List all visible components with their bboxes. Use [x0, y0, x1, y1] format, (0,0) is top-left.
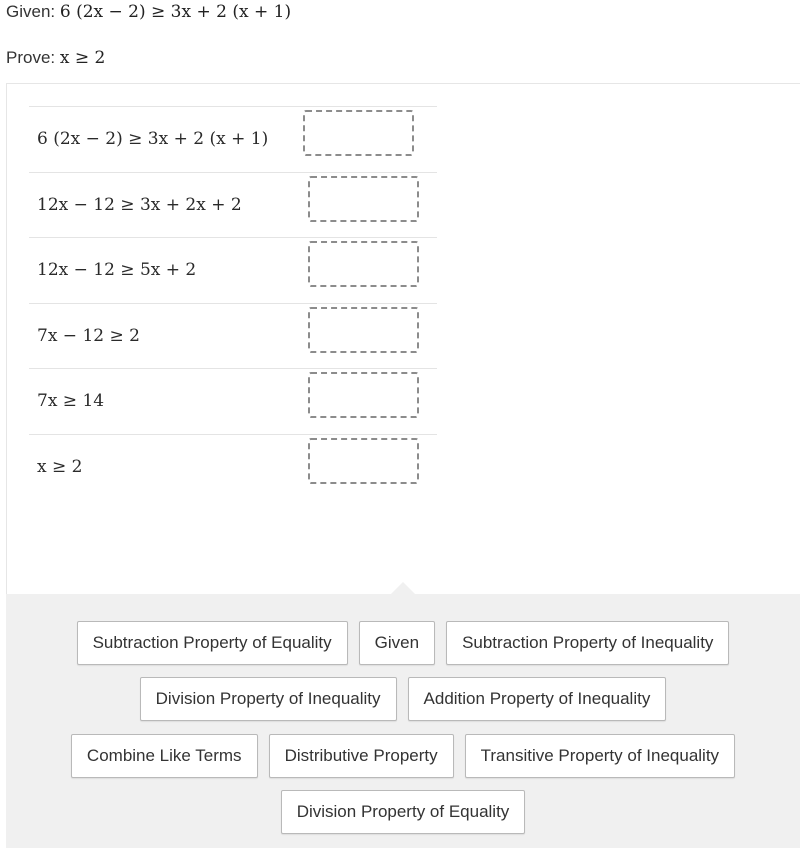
reason-drop-zone[interactable] — [303, 110, 414, 156]
reason-chip-transitive-property-of-inequality[interactable]: Transitive Property of Inequality — [464, 734, 736, 778]
proof-row: 6 (2x − 2) ≥ 3x + 2 (x + 1) — [29, 106, 437, 172]
proof-table: 6 (2x − 2) ≥ 3x + 2 (x + 1) 12x − 12 ≥ 3… — [29, 106, 437, 499]
prove-statement: Prove: x ≥ 2 — [6, 48, 105, 68]
reason-chip-row: Subtraction Property of Equality Given S… — [6, 621, 800, 665]
proof-statement: 12x − 12 ≥ 5x + 2 — [37, 260, 197, 281]
reason-drop-zone[interactable] — [308, 372, 419, 418]
reason-chip-addition-property-of-inequality[interactable]: Addition Property of Inequality — [407, 677, 667, 721]
given-label: Given: — [6, 2, 56, 21]
reason-chip-division-property-of-inequality[interactable]: Division Property of Inequality — [139, 677, 397, 721]
reason-chip-division-property-of-equality[interactable]: Division Property of Equality — [280, 790, 526, 834]
reason-chip-subtraction-property-of-inequality[interactable]: Subtraction Property of Inequality — [446, 621, 730, 665]
prove-expression: x ≥ 2 — [59, 48, 106, 68]
reason-drop-zone[interactable] — [308, 306, 419, 353]
proof-statement: x ≥ 2 — [37, 456, 83, 477]
proof-statement: 12x − 12 ≥ 3x + 2x + 2 — [37, 194, 242, 215]
proof-row: 12x − 12 ≥ 5x + 2 — [29, 237, 437, 303]
reason-chip-subtraction-property-of-equality[interactable]: Subtraction Property of Equality — [76, 621, 348, 665]
reason-chip-row: Division Property of Equality — [6, 790, 800, 834]
reason-chip-row: Division Property of Inequality Addition… — [6, 677, 800, 721]
proof-row: 7x − 12 ≥ 2 — [29, 302, 437, 369]
bank-pointer-arrow — [391, 582, 415, 594]
given-expression: 6 (2x − 2) ≥ 3x + 2 (x + 1) — [59, 2, 292, 22]
reason-chip-row: Combine Like Terms Distributive Property… — [6, 734, 800, 778]
reason-drop-zone[interactable] — [308, 175, 419, 222]
proof-row: 7x ≥ 14 — [29, 368, 437, 434]
reason-chip-distributive-property[interactable]: Distributive Property — [268, 734, 454, 778]
reason-drop-zone[interactable] — [308, 241, 419, 287]
given-statement: Given: 6 (2x − 2) ≥ 3x + 2 (x + 1) — [6, 2, 291, 22]
proof-statement: 7x ≥ 14 — [37, 391, 105, 412]
reason-chip-given[interactable]: Given — [358, 621, 436, 665]
reason-chip-combine-like-terms[interactable]: Combine Like Terms — [70, 734, 258, 778]
reason-bank: Subtraction Property of Equality Given S… — [6, 582, 800, 848]
proof-row: x ≥ 2 — [29, 433, 437, 500]
proof-statement: 6 (2x − 2) ≥ 3x + 2 (x + 1) — [37, 129, 269, 150]
reason-drop-zone[interactable] — [308, 437, 419, 484]
proof-statement: 7x − 12 ≥ 2 — [37, 325, 140, 346]
proof-row: 12x − 12 ≥ 3x + 2x + 2 — [29, 171, 437, 238]
prove-label: Prove: — [6, 48, 56, 67]
